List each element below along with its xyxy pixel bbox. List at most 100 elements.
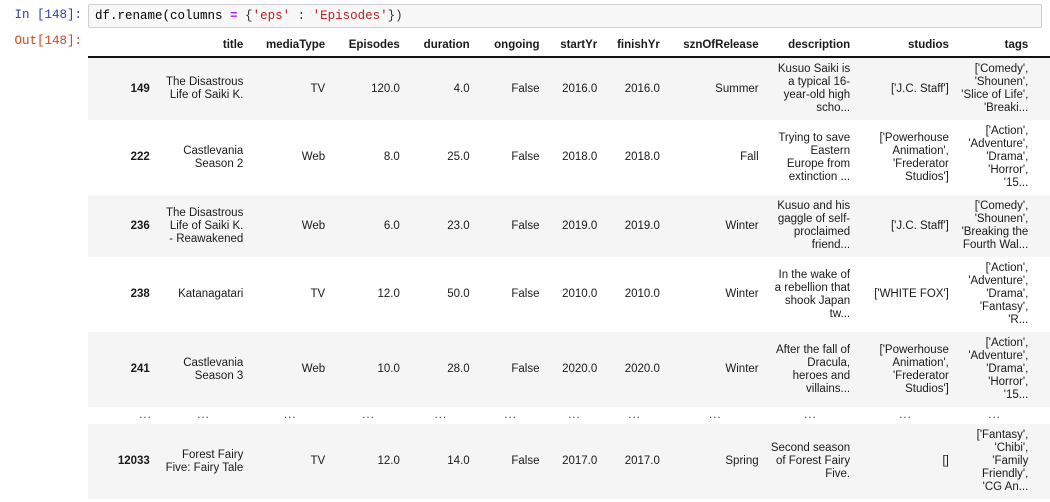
- cell-duration: 25.0: [447, 151, 470, 163]
- cell-sznofrelease: Winter: [725, 363, 759, 375]
- cell-tags: ['Action', 'Adventure', 'Drama', 'Horror…: [968, 125, 1029, 189]
- code-token-open-brace: {: [237, 9, 253, 23]
- cell-studios: []: [942, 455, 949, 467]
- cell-contentwarn: []: [1034, 57, 1050, 120]
- cell-description: In the wake of a rebellion that shook Ja…: [774, 268, 851, 320]
- output-prompt-label: Out[148]:: [14, 34, 82, 48]
- cell-title: Castlevania Season 2: [183, 144, 244, 170]
- output-cell: Out[148]: title mediaType Episodes duration…: [0, 30, 1050, 502]
- cell-mediatype: TV: [310, 455, 326, 467]
- cell-title: Katanagatari: [178, 288, 244, 300]
- cell-description: Kusuo and his gaggle of self-proclaimed …: [777, 200, 851, 251]
- cell-finishyr: 2017.0: [624, 455, 660, 467]
- cell-studios: ['J.C. Staff']: [890, 219, 949, 232]
- cell-finishyr: 2010.0: [624, 288, 660, 300]
- cell-duration: 4.0: [453, 82, 470, 95]
- table-row: 149 The Disastrous Life of Saiki K. TV 120.…: [88, 57, 1050, 120]
- cell-sznofrelease: ...: [708, 409, 722, 421]
- row-index-cell: 12033: [117, 455, 150, 467]
- cell-duration: 28.0: [447, 363, 470, 375]
- cell-description: Second season of Forest Fairy Five.: [770, 442, 851, 480]
- cell-ongoing: False: [511, 288, 540, 300]
- cell-duration: 14.0: [447, 455, 470, 467]
- cell-episodes: 120.0: [371, 82, 400, 95]
- table-row: 12033 Forest Fairy Five: Fairy Tale TV 12.0…: [88, 424, 1050, 499]
- column-header-ongoing: ongoing: [475, 36, 546, 58]
- code-token-colon: :: [290, 9, 313, 23]
- cell-mediatype: ...: [283, 409, 297, 421]
- cell-contentwarn: []: [1034, 257, 1050, 332]
- cell-episodes: 6.0: [383, 219, 400, 232]
- cell-studios: ['Powerhouse Animation', 'Frederator Stu…: [879, 343, 949, 395]
- cell-episodes: 10.0: [377, 363, 400, 375]
- cell-sznofrelease: Fall: [740, 151, 759, 163]
- cell-contentwarn: []: [1034, 195, 1050, 257]
- cell-ongoing: False: [511, 455, 540, 467]
- cell-ongoing: False: [511, 219, 540, 232]
- cell-description: ...: [804, 409, 817, 421]
- cell-tags: ['Comedy', 'Shounen', 'Slice of Life', '…: [961, 63, 1029, 114]
- cell-finishyr: 2018.0: [624, 151, 660, 163]
- cell-contentwarn: ...: [1034, 407, 1050, 424]
- cell-startyr: 2018.0: [562, 151, 598, 163]
- cell-episodes: 12.0: [377, 455, 400, 467]
- dataframe-scroll-area[interactable]: title mediaType Episodes duration ongoing sta…: [88, 36, 1050, 502]
- code-token-expr: df.rename(columns: [95, 9, 231, 23]
- cell-tags: ['Action', 'Adventure', 'Drama', 'Horror…: [968, 337, 1029, 401]
- table-row: 241 Castlevania Season 3 Web 10.0 28.0 False 2…: [88, 332, 1050, 407]
- column-header-contentwarn: contentWarn: [1034, 36, 1050, 58]
- code-token-string-value: 'Episodes': [312, 9, 388, 23]
- cell-mediatype: TV: [310, 82, 326, 95]
- dataframe-table: title mediaType Episodes duration ongoing sta…: [88, 36, 1050, 502]
- row-index-cell: ...: [139, 409, 152, 421]
- cell-ongoing: False: [511, 151, 540, 163]
- input-prompt-label: In [148]:: [14, 8, 82, 22]
- code-input-area[interactable]: df.rename(columns = {'eps' : 'Episodes'}…: [88, 4, 1042, 28]
- column-header-index: [88, 36, 158, 58]
- cell-ongoing: False: [511, 82, 540, 95]
- column-header-duration: duration: [405, 36, 476, 58]
- cell-startyr: 2010.0: [562, 288, 598, 300]
- cell-mediatype: Web: [301, 363, 326, 375]
- cell-startyr: 2016.0: [562, 82, 598, 95]
- cell-mediatype: Web: [301, 219, 326, 232]
- cell-ongoing: False: [511, 363, 540, 375]
- cell-studios: ['Powerhouse Animation', 'Frederator Stu…: [879, 131, 949, 183]
- cell-description: After the fall of Dracula, heroes and vi…: [775, 343, 851, 395]
- cell-finishyr: 2020.0: [624, 363, 660, 375]
- code-token-string-key: 'eps': [252, 9, 291, 23]
- row-index-cell: 222: [130, 151, 150, 163]
- notebook-page: In [148]: df.rename(columns = {'eps' : '…: [0, 0, 1050, 502]
- cell-episodes: ...: [362, 409, 375, 421]
- code-token-close: }): [387, 9, 403, 23]
- cell-finishyr: ...: [628, 409, 641, 421]
- cell-duration: 50.0: [447, 288, 470, 300]
- table-row: ........................................…: [88, 407, 1050, 424]
- cell-title: Castlevania Season 3: [183, 356, 244, 382]
- row-index-cell: 149: [130, 82, 150, 95]
- cell-contentwarn: ['Explicit Sex', 'Explicit Violence', 'M…: [1034, 332, 1050, 407]
- column-header-description: description: [764, 36, 857, 58]
- code-token-equals: =: [230, 9, 238, 23]
- column-header-studios: studios: [856, 36, 955, 58]
- cell-title: Forest Fairy Five: Fairy Tale: [165, 448, 244, 474]
- header-row: title mediaType Episodes duration ongoing sta…: [88, 36, 1050, 58]
- cell-tags: ...: [988, 409, 1001, 421]
- cell-ongoing: ...: [504, 409, 517, 421]
- cell-duration: ...: [434, 409, 448, 421]
- cell-mediatype: TV: [310, 288, 326, 300]
- dataframe-body: 149 The Disastrous Life of Saiki K. TV 120.…: [88, 57, 1050, 502]
- cell-episodes: 12.0: [377, 288, 400, 300]
- input-cell: In [148]: df.rename(columns = {'eps' : '…: [0, 0, 1050, 28]
- row-index-cell: 238: [130, 288, 150, 300]
- cell-duration: 23.0: [447, 219, 470, 232]
- column-header-sznofrelease: sznOfRelease: [665, 36, 765, 58]
- cell-startyr: ...: [568, 409, 581, 421]
- cell-studios: ...: [899, 409, 912, 421]
- cell-contentwarn: ['Explicit Violence', 'Mature Themes', '…: [1034, 120, 1050, 195]
- code-line: df.rename(columns = {'eps' : 'Episodes'}…: [95, 7, 1035, 26]
- cell-contentwarn: []: [1034, 424, 1050, 499]
- column-header-mediatype: mediaType: [249, 36, 332, 58]
- column-header-title: title: [157, 36, 250, 58]
- cell-finishyr: 2016.0: [624, 82, 660, 95]
